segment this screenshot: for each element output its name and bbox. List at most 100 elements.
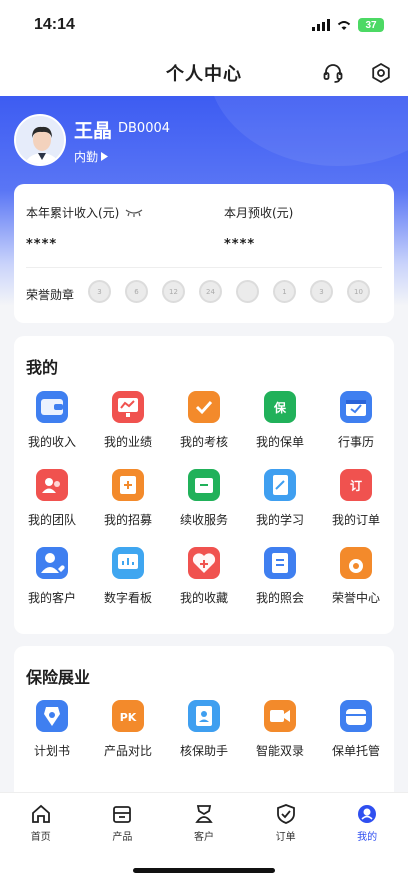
tab-label: 客户: [193, 832, 214, 843]
grid-item-label: 我的团队: [27, 513, 76, 527]
grid-item-label: 我的客户: [27, 591, 76, 605]
grid-item-label: 智能双录: [255, 744, 304, 758]
chart-icon: [112, 391, 144, 423]
tab-home[interactable]: 首页: [0, 793, 82, 883]
customer-tab-icon: [195, 805, 213, 823]
grid-item-check-shield[interactable]: 我的考核: [166, 391, 242, 469]
order-icon: 订: [340, 469, 372, 501]
customer-service-button[interactable]: [320, 60, 346, 86]
home-indicator: [133, 868, 275, 873]
year-income-value: ****: [26, 237, 58, 252]
plan-icon: [36, 700, 68, 732]
grid-item-team[interactable]: 我的团队: [14, 469, 90, 547]
grid-item-label: 我的收入: [27, 435, 76, 449]
grid-item-recruit[interactable]: 我的招募: [90, 469, 166, 547]
avatar-image: [16, 116, 64, 164]
user-type-label: 内勤: [74, 150, 99, 164]
eye-closed-icon[interactable]: [125, 208, 143, 218]
svg-text:保: 保: [273, 400, 287, 415]
month-income-label: 本月预收(元): [224, 206, 294, 220]
grid-item-label: 数字看板: [103, 591, 152, 605]
medal-icon: 12: [162, 280, 185, 303]
grid-item-chart[interactable]: 我的业绩: [90, 391, 166, 469]
grid-item-dashboard[interactable]: 数字看板: [90, 547, 166, 625]
grid-item-notice[interactable]: 我的照会: [242, 547, 318, 625]
grid-item-label: 产品对比: [103, 744, 152, 758]
medal-icon: 10: [347, 280, 370, 303]
page-title: 个人中心: [166, 64, 242, 85]
team-icon: [36, 469, 68, 501]
income-card: 本年累计收入(元) **** 本月预收(元) **** 荣誉勋章 3 6 12 24 1…: [14, 184, 394, 323]
grid-item-video[interactable]: 智能双录: [242, 700, 318, 778]
user-type-selector[interactable]: 内勤: [74, 148, 109, 165]
battery-indicator: 37: [358, 18, 384, 32]
user-code: DB0004: [118, 121, 171, 136]
headset-icon: [323, 64, 343, 83]
grid-item-study[interactable]: 我的学习: [242, 469, 318, 547]
insurance-grid: 计划书 PK 产品对比 核保助手 智能双录 保单托管: [14, 700, 394, 778]
dashboard-icon: [112, 547, 144, 579]
medal-icon: 1: [273, 280, 296, 303]
video-icon: [264, 700, 296, 732]
divider: [26, 267, 382, 268]
gear-icon: [372, 62, 390, 84]
check-shield-icon: [188, 391, 220, 423]
medal-icon: 6: [125, 280, 148, 303]
grid-item-label: 计划书: [33, 744, 70, 758]
grid-item-label: 核保助手: [179, 744, 228, 758]
month-income-value: ****: [224, 237, 256, 252]
grid-item-label: 我的招募: [103, 513, 152, 527]
renew-icon: [188, 469, 220, 501]
grid-item-wallet[interactable]: 我的收入: [14, 391, 90, 469]
grid-item-label: 荣誉中心: [331, 591, 380, 605]
grid-item-order[interactable]: 订我的订单: [318, 469, 394, 547]
nav-bar: 个人中心: [0, 50, 408, 96]
order-tab-icon: [276, 804, 295, 824]
tab-label: 订单: [275, 832, 296, 843]
medal-icon: [340, 547, 372, 579]
policy-shield-icon: 保: [264, 391, 296, 423]
grid-item-label: 续收服务: [179, 513, 228, 527]
grid-item-label: 我的考核: [179, 435, 228, 449]
grid-item-favorite[interactable]: 我的收藏: [166, 547, 242, 625]
status-time: 14:14: [34, 16, 75, 33]
tab-label: 首页: [30, 832, 51, 843]
profile-icon: [358, 805, 377, 823]
study-icon: [264, 469, 296, 501]
year-income: 本年累计收入(元) ****: [26, 204, 143, 252]
mine-section-title: 我的: [26, 358, 59, 377]
grid-item-customer[interactable]: 我的客户: [14, 547, 90, 625]
underwrite-icon: [188, 700, 220, 732]
grid-item-label: 我的订单: [331, 513, 380, 527]
svg-text:PK: PK: [120, 711, 137, 724]
mine-section: 我的 我的收入 我的业绩 我的考核保我的保单 行事历 我的团队 我的招募 续收服务 我的学习订…: [14, 336, 394, 634]
calendar-icon: [340, 391, 372, 423]
pk-icon: PK: [112, 700, 144, 732]
wallet-icon: [36, 391, 68, 423]
svg-text:订: 订: [350, 478, 362, 493]
medal-row[interactable]: 3 6 12 24 1 3 10: [88, 280, 370, 303]
user-name: 王晶: [74, 120, 113, 142]
grid-item-policy-shield[interactable]: 保我的保单: [242, 391, 318, 469]
medal-icon: [236, 280, 259, 303]
grid-item-underwrite[interactable]: 核保助手: [166, 700, 242, 778]
settings-button[interactable]: [368, 60, 394, 86]
tab-profile[interactable]: 我的: [326, 793, 408, 883]
grid-item-renew[interactable]: 续收服务: [166, 469, 242, 547]
insurance-section-title: 保险展业: [26, 668, 91, 687]
grid-item-label: 我的业绩: [103, 435, 152, 449]
avatar[interactable]: [14, 114, 66, 166]
grid-item-custody[interactable]: 保单托管: [318, 700, 394, 778]
year-income-label: 本年累计收入(元): [26, 206, 120, 220]
medal-icon: 3: [310, 280, 333, 303]
product-icon: [113, 806, 132, 823]
grid-item-pk[interactable]: PK 产品对比: [90, 700, 166, 778]
grid-item-medal[interactable]: 荣誉中心: [318, 547, 394, 625]
grid-item-plan[interactable]: 计划书: [14, 700, 90, 778]
wifi-icon: [337, 21, 351, 30]
signal-icon: [312, 19, 330, 31]
home-icon: [31, 804, 50, 823]
status-icons: 37: [312, 18, 384, 32]
medal-icon: 3: [88, 280, 111, 303]
grid-item-calendar[interactable]: 行事历: [318, 391, 394, 469]
